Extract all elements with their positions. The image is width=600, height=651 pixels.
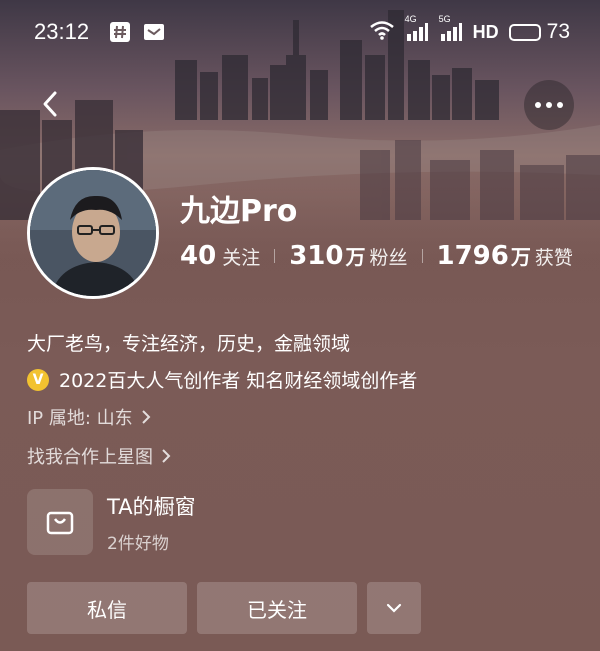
battery-indicator: 73 — [508, 20, 570, 44]
profile-stats: 40 关注 310 万 粉丝 1796 万 获赞 — [180, 241, 573, 271]
stat-divider — [421, 249, 423, 263]
stat-likes-count: 1796 — [436, 241, 509, 271]
chevron-right-icon — [141, 409, 151, 425]
stat-likes-unit: 万 — [510, 245, 531, 269]
status-bar: 23:12 4G 5G HD 73 — [0, 0, 600, 64]
followed-button[interactable]: 已关注 — [197, 582, 357, 634]
status-time: 23:12 — [34, 19, 90, 44]
more-dot — [546, 102, 552, 108]
stat-following-count: 40 — [180, 241, 217, 271]
shopping-bag-icon — [27, 489, 93, 555]
shop-title: TA的橱窗 — [107, 494, 196, 519]
back-button[interactable] — [30, 84, 70, 124]
chevron-left-icon — [43, 91, 57, 117]
avatar-image — [30, 170, 156, 296]
star-map-text: 找我合作上星图 — [27, 447, 153, 468]
shop-subtitle: 2件好物 — [107, 533, 169, 554]
stat-followers-count: 310 — [289, 241, 344, 271]
signal-4g-icon: 4G — [405, 14, 429, 42]
mail-notification-icon — [143, 22, 165, 42]
network-label-1: 4G — [404, 14, 417, 24]
stat-followers-unit: 万 — [345, 245, 366, 269]
signal-5g-icon: 5G — [439, 14, 463, 42]
stat-followers[interactable]: 310 万 粉丝 — [289, 241, 407, 271]
stat-following[interactable]: 40 关注 — [180, 241, 260, 271]
hd-voice-icon: HD — [472, 21, 499, 42]
more-dots-icon — [535, 102, 541, 108]
battery-percent: 73 — [546, 20, 570, 43]
stat-likes-label: 获赞 — [534, 247, 573, 269]
status-right-group: 4G 5G HD 73 — [369, 14, 570, 45]
wifi-icon — [369, 20, 395, 45]
creator-badge-text: 2022百大人气创作者 知名财经领域创作者 — [59, 370, 418, 392]
more-options-button[interactable] — [524, 80, 574, 130]
stat-likes[interactable]: 1796 万 获赞 — [437, 241, 573, 271]
star-map-link[interactable]: 找我合作上星图 — [27, 443, 171, 469]
profile-name: 九边Pro — [180, 194, 298, 229]
ip-location[interactable]: IP 属地: 山东 — [27, 404, 151, 430]
avatar[interactable] — [27, 167, 159, 299]
expand-recommend-button[interactable] — [367, 582, 421, 634]
ip-location-text: IP 属地: 山东 — [27, 408, 133, 429]
chevron-right-icon — [161, 448, 171, 464]
message-button[interactable]: 私信 — [27, 582, 187, 634]
hashtag-notification-icon — [109, 21, 131, 43]
stat-divider — [274, 249, 276, 263]
shop-window[interactable]: TA的橱窗 2件好物 — [27, 489, 196, 555]
verified-badge-icon: V — [27, 368, 49, 391]
battery-icon — [508, 23, 541, 41]
stat-followers-label: 粉丝 — [369, 247, 408, 269]
profile-bio: 大厂老鸟，专注经济，历史，金融领域 — [27, 333, 351, 355]
stat-following-label: 关注 — [222, 247, 261, 269]
chevron-down-icon — [386, 603, 402, 613]
network-label-2: 5G — [438, 14, 451, 24]
creator-badge-line[interactable]: V 2022百大人气创作者 知名财经领域创作者 — [27, 366, 417, 393]
profile-actions: 私信 已关注 — [27, 582, 421, 634]
more-dot — [557, 102, 563, 108]
